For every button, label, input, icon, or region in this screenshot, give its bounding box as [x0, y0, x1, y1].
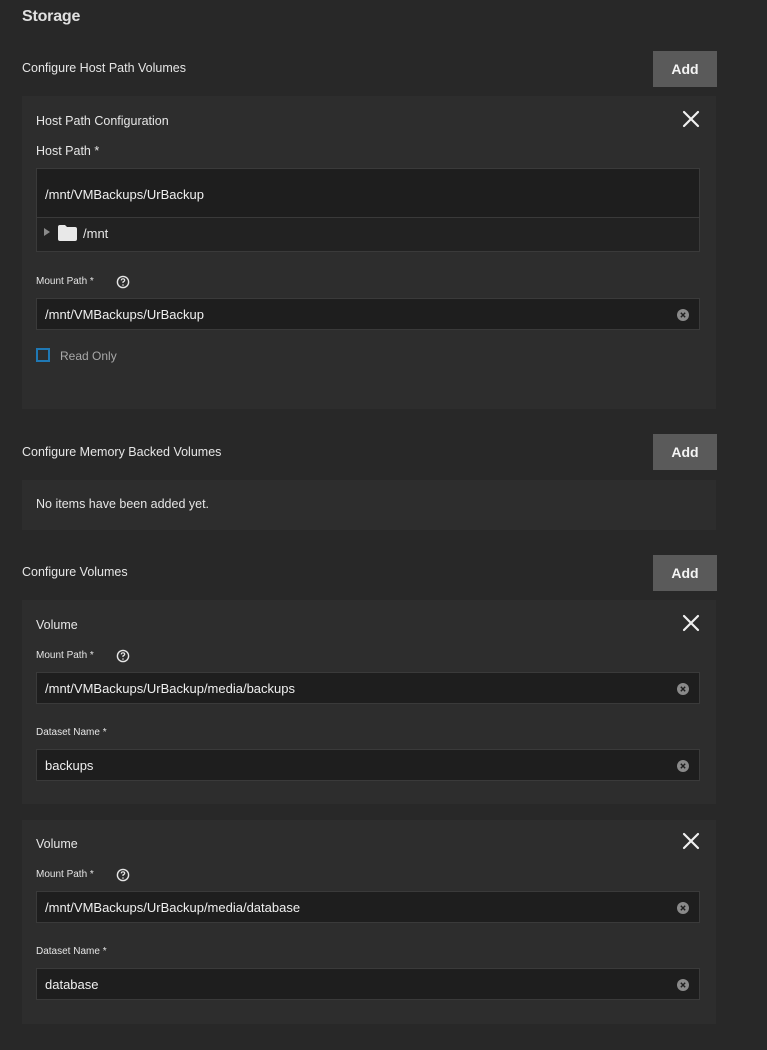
- clear-circle-icon[interactable]: [677, 683, 689, 695]
- volume-card: Volume Mount Path * /mnt/VMBackups/UrBac…: [22, 820, 716, 1024]
- mount-path-label: Mount Path *: [36, 650, 94, 661]
- add-volume-button[interactable]: Add: [653, 555, 717, 591]
- help-circle-icon[interactable]: [116, 649, 130, 663]
- dataset-name-label: Dataset Name *: [36, 727, 107, 738]
- clear-circle-icon[interactable]: [677, 902, 689, 914]
- volumes-label: Configure Volumes: [22, 565, 128, 579]
- host-path-input[interactable]: /mnt/VMBackups/UrBackup: [37, 169, 699, 218]
- caret-right-icon[interactable]: [44, 228, 50, 236]
- memory-volumes-empty-card: No items have been added yet.: [22, 480, 716, 530]
- clear-circle-icon[interactable]: [677, 760, 689, 772]
- add-host-path-button[interactable]: Add: [653, 51, 717, 87]
- card-title: Volume: [36, 837, 78, 851]
- mount-path-label: Mount Path *: [36, 869, 94, 880]
- read-only-checkbox[interactable]: [36, 348, 50, 362]
- dataset-name-label: Dataset Name *: [36, 946, 107, 957]
- host-path-explorer: /mnt/VMBackups/UrBackup /mnt: [36, 168, 700, 252]
- dataset-name-input[interactable]: backups: [36, 749, 700, 781]
- host-path-label: Host Path *: [36, 144, 100, 158]
- read-only-label: Read Only: [60, 349, 117, 363]
- dataset-name-input[interactable]: database: [36, 968, 700, 1000]
- memory-volumes-label: Configure Memory Backed Volumes: [22, 445, 222, 459]
- card-title: Host Path Configuration: [36, 114, 169, 128]
- host-path-volumes-label: Configure Host Path Volumes: [22, 61, 186, 75]
- host-path-value: /mnt/VMBackups/UrBackup: [45, 187, 204, 202]
- mount-path-input[interactable]: /mnt/VMBackups/UrBackup/media/database: [36, 891, 700, 923]
- card-title: Volume: [36, 618, 78, 632]
- mount-path-input[interactable]: /mnt/VMBackups/UrBackup: [36, 298, 700, 330]
- help-circle-icon[interactable]: [116, 868, 130, 882]
- dataset-name-value: database: [45, 977, 99, 992]
- add-memory-volume-button[interactable]: Add: [653, 434, 717, 470]
- mount-path-input[interactable]: /mnt/VMBackups/UrBackup/media/backups: [36, 672, 700, 704]
- tree-node-label: /mnt: [83, 226, 109, 241]
- empty-state-text: No items have been added yet.: [36, 497, 210, 511]
- mount-path-value: /mnt/VMBackups/UrBackup: [45, 307, 204, 322]
- close-icon[interactable]: [680, 108, 702, 130]
- close-icon[interactable]: [680, 612, 702, 634]
- volume-card: Volume Mount Path * /mnt/VMBackups/UrBac…: [22, 600, 716, 804]
- dataset-name-value: backups: [45, 758, 94, 773]
- section-title-storage: Storage: [22, 8, 81, 25]
- help-circle-icon[interactable]: [116, 275, 130, 289]
- mount-path-label: Mount Path *: [36, 276, 94, 287]
- host-path-config-card: Host Path Configuration Host Path * /mnt…: [22, 96, 716, 409]
- mount-path-value: /mnt/VMBackups/UrBackup/media/backups: [45, 681, 295, 696]
- close-icon[interactable]: [680, 830, 702, 852]
- clear-circle-icon[interactable]: [677, 309, 689, 321]
- mount-path-value: /mnt/VMBackups/UrBackup/media/database: [45, 900, 301, 915]
- tree-node-mnt[interactable]: /mnt: [37, 218, 699, 251]
- clear-circle-icon[interactable]: [677, 979, 689, 991]
- folder-icon: [58, 225, 77, 241]
